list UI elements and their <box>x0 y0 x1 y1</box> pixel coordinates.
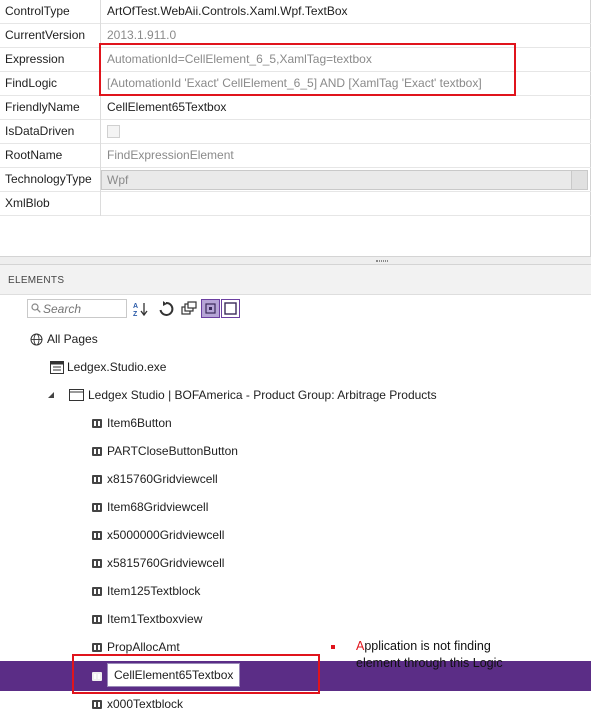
property-name: TechnologyType <box>0 168 101 192</box>
tree-node-label: x815760Gridviewcell <box>107 472 218 486</box>
tree-node-all-pages[interactable]: All Pages <box>0 325 591 353</box>
tree-node-element[interactable]: x000Textblock <box>0 690 591 718</box>
isdatadriven-checkbox[interactable] <box>107 125 120 138</box>
tree-node-element[interactable]: PARTCloseButtonButton <box>0 437 591 465</box>
elements-title: ELEMENTS <box>8 275 65 286</box>
search-box[interactable] <box>27 299 127 318</box>
compact-view-icon <box>205 303 216 314</box>
tree-node-element[interactable]: Item1Textboxview <box>0 605 591 633</box>
svg-text:Z: Z <box>133 311 138 317</box>
tree-node-label: Ledgex Studio | BOFAmerica - Product Gro… <box>88 388 437 402</box>
property-value[interactable]: FindExpressionElement <box>107 144 234 168</box>
property-name: Expression <box>0 48 101 72</box>
element-icon <box>92 643 102 652</box>
element-icon <box>92 700 102 709</box>
tree-node-element[interactable]: Item68Gridviewcell <box>0 493 591 521</box>
windows-icon[interactable] <box>181 301 197 317</box>
element-icon <box>92 503 102 512</box>
property-name: ControlType <box>0 0 101 24</box>
highlight-box-findlogic <box>99 43 516 96</box>
tree-node-element[interactable]: Item6Button <box>0 409 591 437</box>
view-compact-button[interactable] <box>201 299 220 318</box>
element-icon <box>92 531 102 540</box>
annotation-note: Application is not finding element throu… <box>356 638 506 672</box>
property-name: FindLogic <box>0 72 101 96</box>
tree-node-label: PropAllocAmt <box>107 640 180 654</box>
property-grid: ControlType ArtOfTest.WebAii.Controls.Xa… <box>0 0 591 256</box>
tree-node-label: Item125Textblock <box>107 584 201 598</box>
tree-node-label: x5000000Gridviewcell <box>107 528 225 542</box>
sort-az-icon[interactable]: A Z <box>133 301 149 317</box>
element-icon <box>92 587 102 596</box>
tree-node-element[interactable]: Item125Textblock <box>0 577 591 605</box>
tree-node-element[interactable]: x5815760Gridviewcell <box>0 549 591 577</box>
property-row-xmlblob: XmlBlob <box>0 192 591 216</box>
refresh-icon[interactable] <box>158 301 174 317</box>
window-icon <box>69 389 84 401</box>
property-name: IsDataDriven <box>0 120 101 144</box>
search-input[interactable] <box>43 301 125 316</box>
splitter-grip-icon[interactable] <box>376 260 388 262</box>
tree-node-element[interactable]: x5000000Gridviewcell <box>0 521 591 549</box>
tree-node-label: Item68Gridviewcell <box>107 500 209 514</box>
property-name: XmlBlob <box>0 192 101 216</box>
element-icon <box>92 475 102 484</box>
elements-panel: ELEMENTS A Z <box>0 265 591 723</box>
elements-toolbar: A Z <box>0 295 591 323</box>
property-name: FriendlyName <box>0 96 101 120</box>
annotation-text: pplication is not finding element throug… <box>356 639 503 670</box>
tree-node-label: PARTCloseButtonButton <box>107 444 238 458</box>
collapse-triangle-icon[interactable] <box>48 392 55 399</box>
tree-node-label: x000Textblock <box>107 697 184 711</box>
property-row-controltype: ControlType ArtOfTest.WebAii.Controls.Xa… <box>0 0 591 24</box>
property-name: RootName <box>0 144 101 168</box>
tree-node-label: All Pages <box>47 332 98 346</box>
svg-text:A: A <box>133 303 138 310</box>
element-icon <box>92 615 102 624</box>
property-row-technologytype: TechnologyType Wpf <box>0 168 591 192</box>
property-value[interactable]: ArtOfTest.WebAii.Controls.Xaml.Wpf.TextB… <box>107 0 348 24</box>
tree-node-label: Ledgex.Studio.exe <box>67 360 167 374</box>
pane-splitter[interactable] <box>0 256 591 265</box>
element-icon <box>92 559 102 568</box>
tree-node-app[interactable]: Ledgex.Studio.exe <box>0 353 591 381</box>
technologytype-value: Wpf <box>107 173 129 187</box>
full-view-icon <box>224 302 237 315</box>
property-row-friendlyname: FriendlyName CellElement65Textbox <box>0 96 591 120</box>
element-icon <box>92 447 102 456</box>
annotation-bullet <box>331 645 335 649</box>
view-full-button[interactable] <box>221 299 240 318</box>
property-name: CurrentVersion <box>0 24 101 48</box>
tree-node-label: Item1Textboxview <box>107 612 203 626</box>
property-row-isdatadriven: IsDataDriven <box>0 120 591 144</box>
elements-header: ELEMENTS <box>0 265 591 295</box>
tree-node-label: x5815760Gridviewcell <box>107 556 225 570</box>
tree-node-label: Item6Button <box>107 416 172 430</box>
dropdown-arrow-icon[interactable] <box>571 171 587 189</box>
search-icon <box>31 303 41 313</box>
property-value[interactable]: CellElement65Textbox <box>107 96 226 120</box>
tree-node-window[interactable]: Ledgex Studio | BOFAmerica - Product Gro… <box>0 381 591 409</box>
tree-node-element[interactable]: x815760Gridviewcell <box>0 465 591 493</box>
property-row-rootname: RootName FindExpressionElement <box>0 144 591 168</box>
technologytype-select[interactable]: Wpf <box>101 170 588 190</box>
element-icon <box>92 419 102 428</box>
highlight-box-selected <box>72 654 320 694</box>
globe-icon <box>30 333 43 346</box>
application-icon <box>50 361 64 374</box>
